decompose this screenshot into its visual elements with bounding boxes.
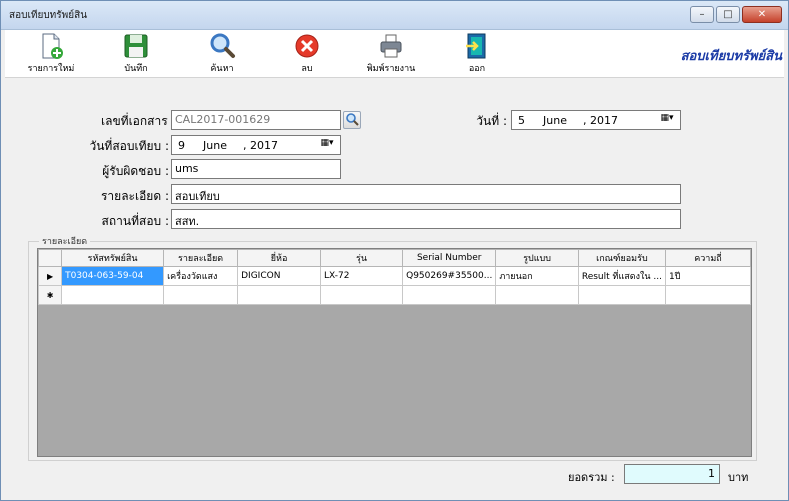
date-label: วันที่ :	[476, 114, 507, 128]
date-picker[interactable]: 5 June , 2017 ▦▾	[511, 110, 681, 130]
table-cell[interactable]	[163, 285, 239, 305]
new-item-button[interactable]: รายการใหม่	[11, 32, 91, 76]
row-header-corner	[38, 249, 63, 267]
new-table-row[interactable]: ✱	[38, 285, 751, 305]
new-document-icon	[42, 33, 63, 59]
calendar-dropdown-icon[interactable]: ▦▾	[316, 138, 338, 152]
column-header[interactable]: เกณฑ์ยอมรับ	[577, 249, 666, 267]
minimize-button[interactable]: –	[690, 6, 714, 23]
delete-button[interactable]: ลบ	[267, 32, 347, 76]
search-label: ค้นหา	[210, 64, 234, 74]
total-label: ยอดรวม :	[568, 471, 615, 484]
table-cell[interactable]: LX-72	[319, 266, 404, 286]
brand-title: สอบเทียบทรัพย์สิน	[680, 49, 782, 64]
table-cell[interactable]	[237, 285, 321, 305]
place-field[interactable]: สสท.	[171, 209, 681, 229]
main-window: สอบเทียบทรัพย์สิน – □ ✕ รายการใหม่ บันทึ…	[0, 0, 789, 501]
print-report-button[interactable]: พิมพ์รายงาน	[351, 32, 431, 76]
table-cell[interactable]: 1ปี	[664, 266, 751, 286]
window-title: สอบเทียบทรัพย์สิน	[9, 10, 88, 21]
cal-date-label: วันที่สอบเทียบ :	[89, 139, 169, 153]
detail-field[interactable]: สอบเทียบ	[171, 184, 681, 204]
doc-no-field[interactable]: CAL2017-001629	[171, 110, 341, 130]
date-year: , 2017	[582, 113, 618, 127]
doc-search-button[interactable]	[343, 111, 361, 129]
exit-label: ออก	[468, 64, 486, 74]
currency-unit: บาท	[728, 471, 749, 484]
date-month: June	[543, 113, 567, 127]
date-day: 5	[518, 113, 525, 127]
calendar-dropdown-icon[interactable]: ▦▾	[656, 113, 678, 127]
delete-label: ลบ	[301, 64, 313, 74]
table-row[interactable]: ▶ T0304-063-59-04 เครื่องวัดแสง DIGICON …	[38, 266, 751, 286]
cal-date-month: June	[203, 138, 227, 152]
responsible-label: ผู้รับผิดชอบ :	[102, 164, 169, 178]
table-cell[interactable]: ภายนอก	[495, 266, 579, 286]
column-header[interactable]: รุ่น	[319, 249, 404, 267]
details-table: รหัสทรัพย์สิน รายละเอียด ยี่ห้อ รุ่น Ser…	[38, 249, 751, 305]
window-controls: – □ ✕	[690, 6, 782, 23]
cal-date-picker[interactable]: 9 June , 2017 ▦▾	[171, 135, 341, 155]
exit-door-icon	[466, 33, 486, 59]
column-header[interactable]: รายละเอียด	[163, 249, 239, 267]
column-header[interactable]: ยี่ห้อ	[237, 249, 321, 267]
new-row-marker: ✱	[38, 285, 63, 305]
printer-icon	[380, 34, 402, 58]
table-cell[interactable]: Result ที่แสดงใน ...	[577, 266, 666, 286]
title-bar: สอบเทียบทรัพย์สิน – □ ✕	[1, 1, 788, 30]
table-cell[interactable]: เครื่องวัดแสง	[163, 266, 239, 286]
table-cell[interactable]: T0304-063-59-04	[61, 266, 165, 286]
table-cell[interactable]	[664, 285, 751, 305]
responsible-field[interactable]: ums	[171, 159, 341, 179]
detail-label: รายละเอียด :	[100, 189, 169, 203]
search-icon	[346, 113, 359, 126]
table-cell[interactable]	[61, 285, 165, 305]
magnifier-icon	[210, 33, 235, 58]
print-report-label: พิมพ์รายงาน	[366, 64, 416, 74]
table-cell[interactable]	[577, 285, 666, 305]
table-cell[interactable]: DIGICON	[237, 266, 321, 286]
search-button[interactable]: ค้นหา	[182, 32, 262, 76]
table-cell[interactable]	[495, 285, 579, 305]
column-header[interactable]: รหัสทรัพย์สิน	[61, 249, 165, 267]
save-icon	[124, 34, 148, 58]
current-row-marker: ▶	[38, 266, 63, 286]
cal-date-year: , 2017	[242, 138, 278, 152]
save-label: บันทึก	[124, 64, 148, 74]
details-grid[interactable]: รหัสทรัพย์สิน รายละเอียด ยี่ห้อ รุ่น Ser…	[37, 248, 752, 457]
cal-date-day: 9	[178, 138, 185, 152]
place-label: สถานที่สอบ :	[101, 214, 169, 228]
close-button[interactable]: ✕	[742, 6, 782, 23]
total-field[interactable]: 1	[624, 464, 720, 484]
details-group-title: รายละเอียด	[39, 234, 91, 248]
table-cell[interactable]: Q950269#35500...	[402, 266, 497, 286]
table-cell[interactable]	[319, 285, 404, 305]
table-header-row: รหัสทรัพย์สิน รายละเอียด ยี่ห้อ รุ่น Ser…	[38, 249, 751, 267]
save-button[interactable]: บันทึก	[96, 32, 176, 76]
column-header[interactable]: Serial Number	[402, 249, 497, 267]
maximize-button[interactable]: □	[716, 6, 740, 23]
table-cell[interactable]	[402, 285, 497, 305]
new-item-label: รายการใหม่	[27, 64, 75, 74]
column-header[interactable]: ความถี่	[664, 249, 751, 267]
doc-no-label: เลขที่เอกสาร :	[101, 114, 176, 128]
delete-icon	[295, 34, 319, 58]
toolbar: รายการใหม่ บันทึก ค้นหา ลบ พิมพ์รายงาน อ…	[5, 30, 784, 78]
exit-button[interactable]: ออก	[437, 32, 517, 76]
column-header[interactable]: รูปแบบ	[495, 249, 579, 267]
